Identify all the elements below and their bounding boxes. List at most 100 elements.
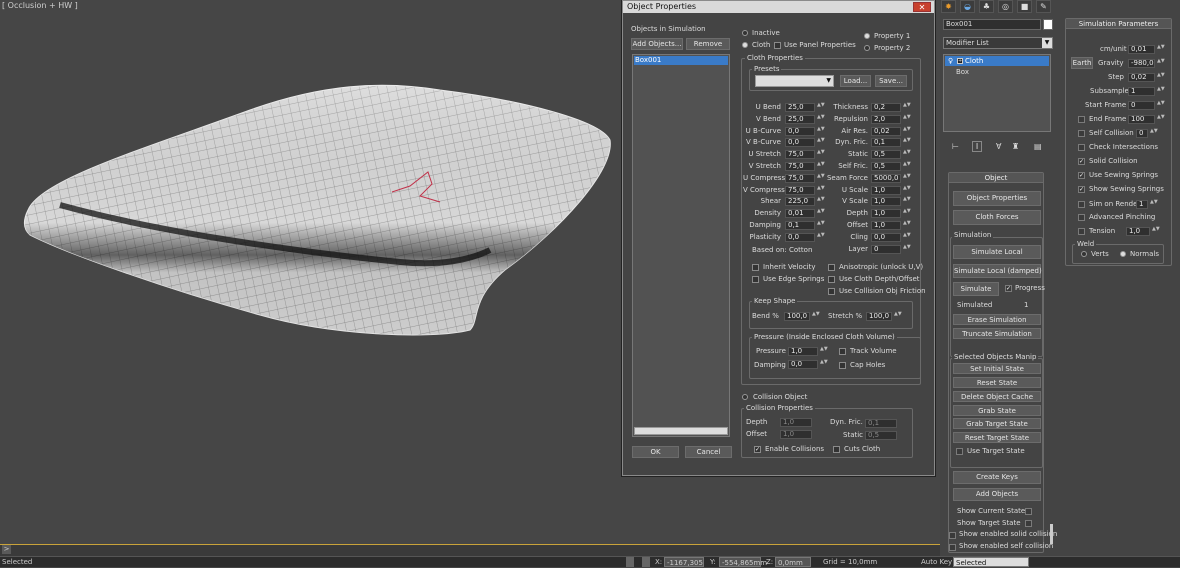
left-param-field[interactable]: 75,0 xyxy=(785,150,815,160)
add-objects-button[interactable]: Add Objects... xyxy=(631,38,683,50)
list-item[interactable]: Box001 xyxy=(634,56,728,65)
display-tab-icon[interactable]: ■ xyxy=(1017,0,1032,13)
lock-icon[interactable] xyxy=(626,557,634,567)
track-volume-checkbox[interactable] xyxy=(839,348,846,355)
right-param-field[interactable]: 0,5 xyxy=(871,162,901,171)
cap-holes-checkbox[interactable] xyxy=(839,362,846,369)
right-param-spinner[interactable]: ▲▼ xyxy=(903,197,911,206)
right-param-spinner[interactable]: ▲▼ xyxy=(903,162,911,171)
stretch-pct-field[interactable]: 100,0 xyxy=(866,312,892,321)
lightbulb-icon[interactable]: ♀ xyxy=(948,57,953,65)
use-panel-properties-checkbox[interactable] xyxy=(774,42,781,49)
right-param-field[interactable]: 0,1 xyxy=(871,138,901,148)
tension-checkbox[interactable] xyxy=(1078,228,1085,235)
damping-field[interactable]: 0,0 xyxy=(788,360,818,369)
cm-unit-field[interactable]: 0,01 xyxy=(1128,45,1155,54)
load-button[interactable]: Load... xyxy=(840,75,871,87)
key-filter-dropdown[interactable]: Selected xyxy=(953,557,1029,567)
configure-sets-icon[interactable]: ▤ xyxy=(1034,142,1042,151)
use-edge-springs-checkbox[interactable] xyxy=(752,276,759,283)
use-sewing-springs-checkbox[interactable]: ✓ xyxy=(1078,172,1085,179)
bend-pct-spinner[interactable]: ▲▼ xyxy=(812,312,820,321)
property2-radio[interactable] xyxy=(864,45,870,51)
hierarchy-tab-icon[interactable]: ♣ xyxy=(979,0,994,13)
cloth-forces-button[interactable]: Cloth Forces xyxy=(953,210,1041,225)
make-unique-icon[interactable]: ∀ xyxy=(996,142,1001,151)
advanced-pinching-checkbox[interactable] xyxy=(1078,214,1085,221)
panel-scrollbar[interactable] xyxy=(1050,524,1053,544)
show-sewing-springs-checkbox[interactable]: ✓ xyxy=(1078,186,1085,193)
tension-field[interactable]: 1,0 xyxy=(1126,227,1150,236)
left-param-field[interactable]: 0,1 xyxy=(785,221,815,230)
left-param-spinner[interactable]: ▲▼ xyxy=(817,162,825,171)
right-param-spinner[interactable]: ▲▼ xyxy=(903,244,911,254)
save-button[interactable]: Save... xyxy=(875,75,907,87)
cancel-button[interactable]: Cancel xyxy=(685,446,732,458)
simulate-button[interactable]: Simulate xyxy=(953,282,999,296)
simulate-local-damped-button[interactable]: Simulate Local (damped) xyxy=(953,264,1042,278)
property1-radio[interactable] xyxy=(864,33,870,39)
collision-static-field[interactable]: 0,5 xyxy=(865,431,897,440)
step-field[interactable]: 0,02 xyxy=(1128,73,1155,82)
sim-on-render-field[interactable]: 1 xyxy=(1136,200,1148,209)
tension-spinner[interactable]: ▲▼ xyxy=(1152,227,1160,236)
motion-tab-icon[interactable]: ◎ xyxy=(998,0,1013,13)
use-target-state-checkbox[interactable] xyxy=(956,448,963,455)
left-param-spinner[interactable]: ▲▼ xyxy=(817,126,825,136)
damping-spinner[interactable]: ▲▼ xyxy=(820,360,828,369)
left-param-spinner[interactable]: ▲▼ xyxy=(817,221,825,230)
pressure-spinner[interactable]: ▲▼ xyxy=(820,347,828,356)
reset-target-state-button[interactable]: Reset Target State xyxy=(953,432,1041,443)
sim-on-render-checkbox[interactable] xyxy=(1078,201,1085,208)
step-spinner[interactable]: ▲▼ xyxy=(1157,73,1165,82)
right-param-field[interactable]: 0 xyxy=(871,244,901,254)
anisotropic-checkbox[interactable] xyxy=(828,264,835,271)
right-param-field[interactable]: 1,0 xyxy=(871,209,901,219)
left-param-field[interactable]: 75,0 xyxy=(785,173,815,183)
grab-target-state-button[interactable]: Grab Target State xyxy=(953,418,1041,429)
expand-icon[interactable]: + xyxy=(957,58,963,64)
modify-tab-icon[interactable]: ◒ xyxy=(960,0,975,13)
modifier-stack[interactable]: Cloth ♀ + Box xyxy=(943,54,1051,132)
end-frame-spinner[interactable]: ▲▼ xyxy=(1157,115,1165,124)
left-param-spinner[interactable]: ▲▼ xyxy=(817,103,825,112)
left-param-spinner[interactable]: ▲▼ xyxy=(817,138,825,147)
sim-on-render-spinner[interactable]: ▲▼ xyxy=(1150,200,1158,209)
start-frame-field[interactable]: 0 xyxy=(1128,101,1155,110)
right-param-spinner[interactable]: ▲▼ xyxy=(903,150,911,159)
show-enabled-solid-checkbox[interactable] xyxy=(949,532,956,539)
collision-dynfric-field[interactable]: 0,1 xyxy=(865,419,897,428)
left-param-spinner[interactable]: ▲▼ xyxy=(817,232,825,242)
right-param-spinner[interactable]: ▲▼ xyxy=(903,138,911,147)
simulation-parameters-title[interactable]: Simulation Parameters xyxy=(1066,19,1171,29)
show-current-state-checkbox[interactable] xyxy=(1025,508,1032,515)
collision-object-radio[interactable] xyxy=(742,394,748,400)
left-param-spinner[interactable]: ▲▼ xyxy=(817,114,825,124)
objects-list[interactable]: Box001 xyxy=(632,54,730,437)
right-param-spinner[interactable]: ▲▼ xyxy=(903,221,911,230)
end-frame-field[interactable]: 100 xyxy=(1128,115,1155,124)
utilities-tab-icon[interactable]: ✎ xyxy=(1036,0,1051,13)
left-param-field[interactable]: 25,0 xyxy=(785,114,815,124)
add-objects-button[interactable]: Add Objects xyxy=(953,488,1041,501)
set-initial-state-button[interactable]: Set Initial State xyxy=(953,363,1041,374)
subsample-spinner[interactable]: ▲▼ xyxy=(1157,87,1165,96)
start-frame-spinner[interactable]: ▲▼ xyxy=(1157,101,1165,110)
grab-state-button[interactable]: Grab State xyxy=(953,405,1041,416)
left-param-field[interactable]: 25,0 xyxy=(785,103,815,112)
pin-stack-icon[interactable]: ⊢ xyxy=(952,142,959,151)
presets-dropdown[interactable]: ▼ xyxy=(755,75,834,87)
right-param-spinner[interactable]: ▲▼ xyxy=(903,126,911,136)
erase-simulation-button[interactable]: Erase Simulation xyxy=(953,314,1041,325)
object-name-field[interactable]: Box001 xyxy=(943,19,1041,30)
show-enabled-self-checkbox[interactable] xyxy=(949,544,956,551)
viewport-label[interactable]: [ Occlusion + HW ] xyxy=(2,1,78,10)
left-param-spinner[interactable]: ▲▼ xyxy=(817,173,825,183)
normals-radio[interactable] xyxy=(1120,251,1126,257)
cm-unit-spinner[interactable]: ▲▼ xyxy=(1157,45,1165,54)
close-icon[interactable]: ✕ xyxy=(913,2,931,12)
right-param-field[interactable]: 5000,0 xyxy=(871,173,901,183)
pressure-field[interactable]: 1,0 xyxy=(788,347,818,356)
self-collision-checkbox[interactable] xyxy=(1078,130,1085,137)
object-rollout-title[interactable]: Object xyxy=(949,173,1043,183)
